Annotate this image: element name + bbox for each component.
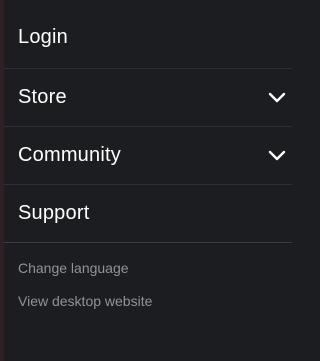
menu-item-store-label: Store: [18, 86, 67, 108]
view-desktop-website-link[interactable]: View desktop website: [18, 291, 292, 311]
menu-item-support-label: Support: [18, 202, 90, 224]
menu-item-login[interactable]: Login: [4, 0, 292, 69]
menu-item-community-label: Community: [18, 144, 121, 166]
mobile-menu: Login Store Community Support Change lan…: [4, 0, 292, 311]
menu-item-support[interactable]: Support: [4, 185, 292, 243]
chevron-down-icon[interactable]: [268, 92, 286, 104]
chevron-down-icon[interactable]: [268, 150, 286, 162]
menu-item-community[interactable]: Community: [4, 127, 292, 185]
menu-item-login-label: Login: [18, 26, 68, 48]
menu-item-store[interactable]: Store: [4, 69, 292, 127]
change-language-link[interactable]: Change language: [18, 258, 292, 278]
secondary-links: Change language View desktop website: [4, 258, 292, 311]
